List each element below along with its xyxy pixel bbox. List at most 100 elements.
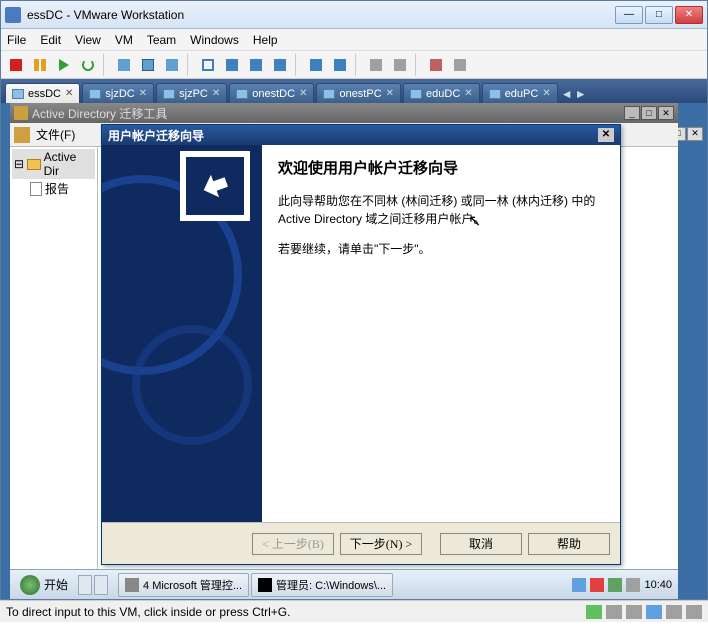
status-icons [586,605,702,619]
close-button[interactable]: ✕ [687,127,703,141]
cdrom-icon[interactable] [606,605,622,619]
guest-display[interactable]: Active Directory 迁移工具 _ □ ✕ _ □ ✕ 文件(F) [1,103,707,599]
monitor-icon [163,89,175,99]
stop-icon[interactable] [5,54,27,76]
ad-tree[interactable]: ⊟ Active Dir 报告 [10,147,98,571]
tab-strip: essDC✕ sjzDC✕ sjzPC✕ onestDC✕ onestPC✕ e… [1,79,707,103]
menubar: File Edit View VM Team Windows Help [1,29,707,51]
next-button[interactable]: 下一步(N) > [340,533,422,555]
close-icon[interactable]: ✕ [386,88,394,99]
taskbar-item[interactable]: 4 Microsoft 管理控... [118,573,249,597]
tab-edudc[interactable]: eduDC✕ [403,83,480,103]
snapshot-icon[interactable] [113,54,135,76]
tool-icon-4[interactable] [449,54,471,76]
minimize-button[interactable]: — [615,6,643,24]
tool-icon-1[interactable] [365,54,387,76]
tree-root[interactable]: ⊟ Active Dir [12,149,95,179]
wizard-footer: < 上一步(B) 下一步(N) > 取消 帮助 [102,522,620,564]
restart-icon[interactable] [77,54,99,76]
close-icon[interactable]: ✕ [299,88,307,99]
close-button[interactable]: ✕ [675,6,703,24]
quick-launch-icon[interactable] [78,575,92,595]
network-icon[interactable] [646,605,662,619]
tool-icon-2[interactable] [389,54,411,76]
close-icon[interactable]: ✕ [464,88,472,99]
close-icon[interactable]: ✕ [212,88,220,99]
decoration-circle [132,325,252,445]
tab-onestpc[interactable]: onestPC✕ [316,83,401,103]
vmware-window: essDC - VMware Workstation — □ ✕ File Ed… [0,0,708,600]
tab-sjzpc[interactable]: sjzPC✕ [156,83,227,103]
pause-icon[interactable] [29,54,51,76]
thumbnail-icon[interactable] [305,54,327,76]
menu-vm[interactable]: VM [115,33,133,47]
tab-nav-right[interactable]: ► [574,85,588,103]
ad-maximize-button[interactable]: □ [641,106,657,120]
wizard-p1: 此向导帮助您在不同林 (林间迁移) 或同一林 (林内迁移) 中的 Active … [278,192,604,228]
tool-icon-3[interactable] [425,54,447,76]
wizard-main: 欢迎使用用户帐户迁移向导 此向导帮助您在不同林 (林间迁移) 或同一林 (林内迁… [262,145,620,522]
tab-edupc[interactable]: eduPC✕ [482,83,558,103]
tab-onestdc[interactable]: onestDC✕ [229,83,314,103]
play-icon[interactable] [53,54,75,76]
fullscreen-icon[interactable] [197,54,219,76]
cmd-icon [258,578,272,592]
arrow-icon [186,157,244,215]
ad-close-button[interactable]: ✕ [658,106,674,120]
tab-nav-left[interactable]: ◄ [560,85,574,103]
monitor-icon [489,89,501,99]
tray-icon[interactable] [608,578,622,592]
revert-icon[interactable] [161,54,183,76]
menu-file[interactable]: File [7,33,26,47]
start-button[interactable]: 开始 [12,573,76,597]
status-text: To direct input to this VM, click inside… [6,605,290,619]
ad-tool-window: Active Directory 迁移工具 _ □ ✕ [10,103,678,123]
wizard-title-text: 用户帐户迁移向导 [108,127,204,144]
menu-help[interactable]: Help [253,33,278,47]
ad-file-menu[interactable]: 文件(F) [36,126,75,143]
tab-essdc[interactable]: essDC✕ [5,83,80,103]
tree-child[interactable]: 报告 [12,179,95,198]
multimon-icon[interactable] [245,54,267,76]
input-icon[interactable] [586,605,602,619]
mmc-icon [125,578,139,592]
console-icon[interactable] [269,54,291,76]
wizard-p2: 若要继续，请单击"下一步"。 [278,240,604,258]
menu-windows[interactable]: Windows [190,33,239,47]
unity-icon[interactable] [221,54,243,76]
menu-view[interactable]: View [75,33,101,47]
monitor-icon [410,89,422,99]
volume-icon[interactable] [626,578,640,592]
help-button[interactable]: 帮助 [528,533,610,555]
menu-edit[interactable]: Edit [40,33,61,47]
sound-icon[interactable] [686,605,702,619]
menu-team[interactable]: Team [147,33,176,47]
close-icon[interactable]: ✕ [65,88,73,99]
usb-icon[interactable] [666,605,682,619]
ad-minimize-button[interactable]: _ [624,106,640,120]
floppy-icon[interactable] [626,605,642,619]
close-icon[interactable]: ✕ [542,88,550,99]
tray-icon[interactable] [572,578,586,592]
tab-sjzdc[interactable]: sjzDC✕ [82,83,154,103]
maximize-button[interactable]: □ [645,6,673,24]
back-button: < 上一步(B) [252,533,334,555]
wizard-close-button[interactable]: ✕ [598,128,614,142]
wizard-titlebar[interactable]: 用户帐户迁移向导 ✕ [102,125,620,145]
report-icon [30,182,42,196]
window-title: essDC - VMware Workstation [27,8,615,22]
summary-icon[interactable] [329,54,351,76]
system-tray: 10:40 [568,578,676,592]
guest-taskbar: 开始 4 Microsoft 管理控... 管理员: C:\Windows\..… [10,569,678,599]
ad-window-controls: _ □ ✕ [623,106,674,120]
snapshot-manager-icon[interactable] [137,54,159,76]
ad-tool-icon [14,106,28,120]
close-icon[interactable]: ✕ [139,88,147,99]
tray-icon[interactable] [590,578,604,592]
cancel-button[interactable]: 取消 [440,533,522,555]
clock[interactable]: 10:40 [644,579,672,591]
quick-launch-icon[interactable] [94,575,108,595]
taskbar-item[interactable]: 管理员: C:\Windows\... [251,573,393,597]
toolbar [1,51,707,79]
minus-icon[interactable]: ⊟ [14,157,24,171]
